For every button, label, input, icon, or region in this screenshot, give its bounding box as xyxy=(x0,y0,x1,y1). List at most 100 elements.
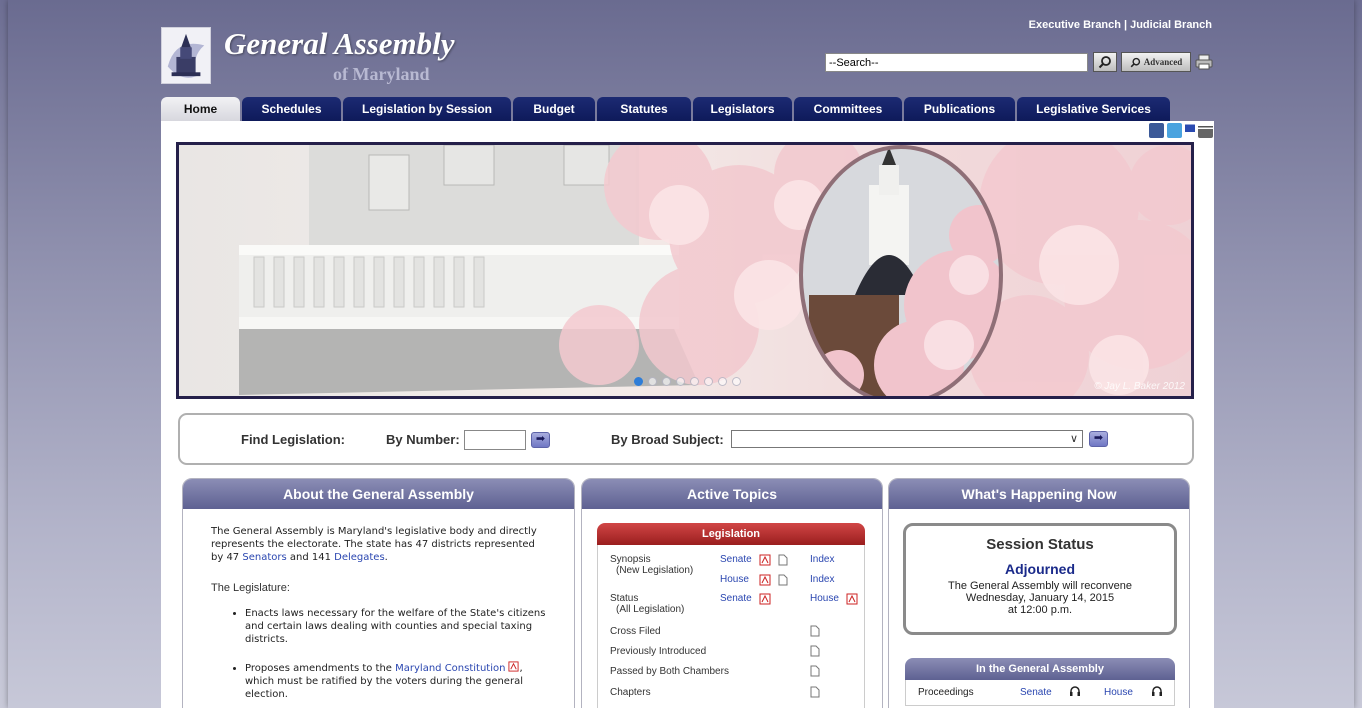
branch-links: Executive Branch | Judicial Branch xyxy=(1029,19,1212,31)
state-house-logo[interactable] xyxy=(161,27,211,84)
document-icon[interactable] xyxy=(778,574,788,586)
list-item-text: Proposes amendments to the xyxy=(245,663,396,674)
maryland-constitution-link[interactable]: Maryland Constitution xyxy=(395,663,505,674)
synopsis-label: Synopsis xyxy=(610,554,651,565)
document-icon[interactable] xyxy=(778,554,788,566)
capitol-icon[interactable] xyxy=(1198,123,1213,138)
proceedings-row: Proceedings Senate House xyxy=(905,680,1175,706)
proceedings-senate-link[interactable]: Senate xyxy=(1020,687,1052,698)
about-panel: About the General Assembly The General A… xyxy=(182,478,575,708)
pdf-icon[interactable] xyxy=(846,593,858,605)
document-icon[interactable] xyxy=(810,686,820,698)
slide-dot[interactable] xyxy=(718,377,727,386)
session-status-box: Session Status Adjourned The General Ass… xyxy=(903,523,1177,635)
search-button[interactable] xyxy=(1093,52,1117,72)
status-note-line: The General Assembly will reconvene xyxy=(947,580,1133,592)
slide-dot[interactable] xyxy=(690,377,699,386)
by-number-label: By Number: xyxy=(386,432,460,447)
status-note-line: Wednesday, January 14, 2015 xyxy=(965,592,1115,604)
tab-legislation-by-session[interactable]: Legislation by Session xyxy=(343,97,511,121)
bill-number-input[interactable] xyxy=(464,430,526,450)
synopsis-senate-link[interactable]: Senate xyxy=(720,554,752,565)
site-title[interactable]: General Assembly xyxy=(224,26,454,62)
synopsis-sub-label: (New Legislation) xyxy=(616,565,694,576)
social-icons xyxy=(1149,123,1213,138)
site-subtitle: of Maryland xyxy=(333,64,430,84)
senators-link[interactable]: Senators xyxy=(242,552,286,563)
main-nav-tabs: Home Schedules Legislation by Session Bu… xyxy=(161,97,1172,121)
status-house-link[interactable]: House xyxy=(810,593,839,604)
by-subject-go-button[interactable]: ➡ xyxy=(1089,431,1108,447)
facebook-icon[interactable] xyxy=(1149,123,1164,138)
slide-dot[interactable] xyxy=(662,377,671,386)
previously-introduced-label: Previously Introduced xyxy=(610,646,707,657)
slide-dot[interactable] xyxy=(634,377,643,386)
pdf-icon[interactable] xyxy=(759,593,771,605)
search-icon xyxy=(1098,56,1111,69)
legislation-heading: Legislation xyxy=(597,523,865,545)
tab-budget[interactable]: Budget xyxy=(513,97,595,121)
by-number-go-button[interactable]: ➡ xyxy=(531,432,550,448)
about-intro: The General Assembly is Maryland's legis… xyxy=(211,525,546,564)
by-subject-label: By Broad Subject: xyxy=(611,432,724,447)
status-senate-link[interactable]: Senate xyxy=(720,593,752,604)
slide-dot[interactable] xyxy=(676,377,685,386)
status-sub-label: (All Legislation) xyxy=(616,604,685,615)
find-legislation-bar: Find Legislation: By Number: ➡ By Broad … xyxy=(178,413,1194,465)
tab-home[interactable]: Home xyxy=(161,97,240,121)
delegates-link[interactable]: Delegates xyxy=(334,552,385,563)
in-ga-heading: In the General Assembly xyxy=(905,658,1175,680)
list-item: Enacts laws necessary for the welfare of… xyxy=(245,607,546,646)
status-label: Status xyxy=(610,593,639,604)
active-topics-heading: Active Topics xyxy=(582,479,882,509)
slide-dot[interactable] xyxy=(704,377,713,386)
search-icon xyxy=(1130,57,1140,67)
pin-icon[interactable] xyxy=(1185,123,1195,138)
pdf-icon[interactable] xyxy=(508,661,520,672)
twitter-icon[interactable] xyxy=(1167,123,1182,138)
legislation-box: Legislation Synopsis (New Legislation) S… xyxy=(597,523,865,708)
tab-schedules[interactable]: Schedules xyxy=(242,97,341,121)
arrow-right-icon: ➡ xyxy=(535,433,546,445)
legislature-list: Enacts laws necessary for the welfare of… xyxy=(245,607,546,701)
proceedings-house-link[interactable]: House xyxy=(1104,687,1133,698)
active-topics-panel: Active Topics Legislation Synopsis (New … xyxy=(581,478,883,708)
session-status-title: Session Status xyxy=(986,536,1094,553)
print-button[interactable] xyxy=(1195,54,1213,70)
synopsis-index-link[interactable]: Index xyxy=(810,554,834,565)
tab-legislative-services[interactable]: Legislative Services xyxy=(1017,97,1170,121)
pdf-icon[interactable] xyxy=(759,554,771,566)
happening-panel: What's Happening Now Session Status Adjo… xyxy=(888,478,1190,708)
tab-legislators[interactable]: Legislators xyxy=(693,97,792,121)
cross-filed-label: Cross Filed xyxy=(610,626,661,637)
proceedings-label: Proceedings xyxy=(918,687,974,698)
hero-banner[interactable]: © Jay L. Baker 2012 xyxy=(176,142,1194,399)
chapters-label: Chapters xyxy=(610,687,651,698)
advanced-label: Advanced xyxy=(1143,57,1183,67)
slide-dot[interactable] xyxy=(732,377,741,386)
search-input[interactable] xyxy=(825,53,1088,72)
broad-subject-select[interactable]: ∨ xyxy=(731,430,1083,448)
advanced-search-button[interactable]: Advanced xyxy=(1121,52,1191,72)
tab-committees[interactable]: Committees xyxy=(794,97,902,121)
document-icon[interactable] xyxy=(810,665,820,677)
document-icon[interactable] xyxy=(810,645,820,657)
synopsis-index-link[interactable]: Index xyxy=(810,574,834,585)
executive-branch-link[interactable]: Executive Branch xyxy=(1029,19,1121,31)
legislature-subheading: The Legislature: xyxy=(211,582,290,594)
photo-credit: © Jay L. Baker 2012 xyxy=(1094,381,1185,392)
main-content: © Jay L. Baker 2012 Find Legislation: By… xyxy=(161,121,1214,708)
about-intro-text: . xyxy=(384,552,388,563)
printer-icon xyxy=(1195,54,1213,70)
judicial-branch-link[interactable]: Judicial Branch xyxy=(1130,19,1212,31)
pdf-icon[interactable] xyxy=(759,574,771,586)
document-icon[interactable] xyxy=(810,625,820,637)
synopsis-house-link[interactable]: House xyxy=(720,574,749,585)
headphones-icon[interactable] xyxy=(1069,685,1081,700)
tab-statutes[interactable]: Statutes xyxy=(597,97,691,121)
headphones-icon[interactable] xyxy=(1151,685,1163,700)
link-separator: | xyxy=(1124,19,1128,31)
slide-indicators xyxy=(634,377,741,386)
slide-dot[interactable] xyxy=(648,377,657,386)
tab-publications[interactable]: Publications xyxy=(904,97,1015,121)
